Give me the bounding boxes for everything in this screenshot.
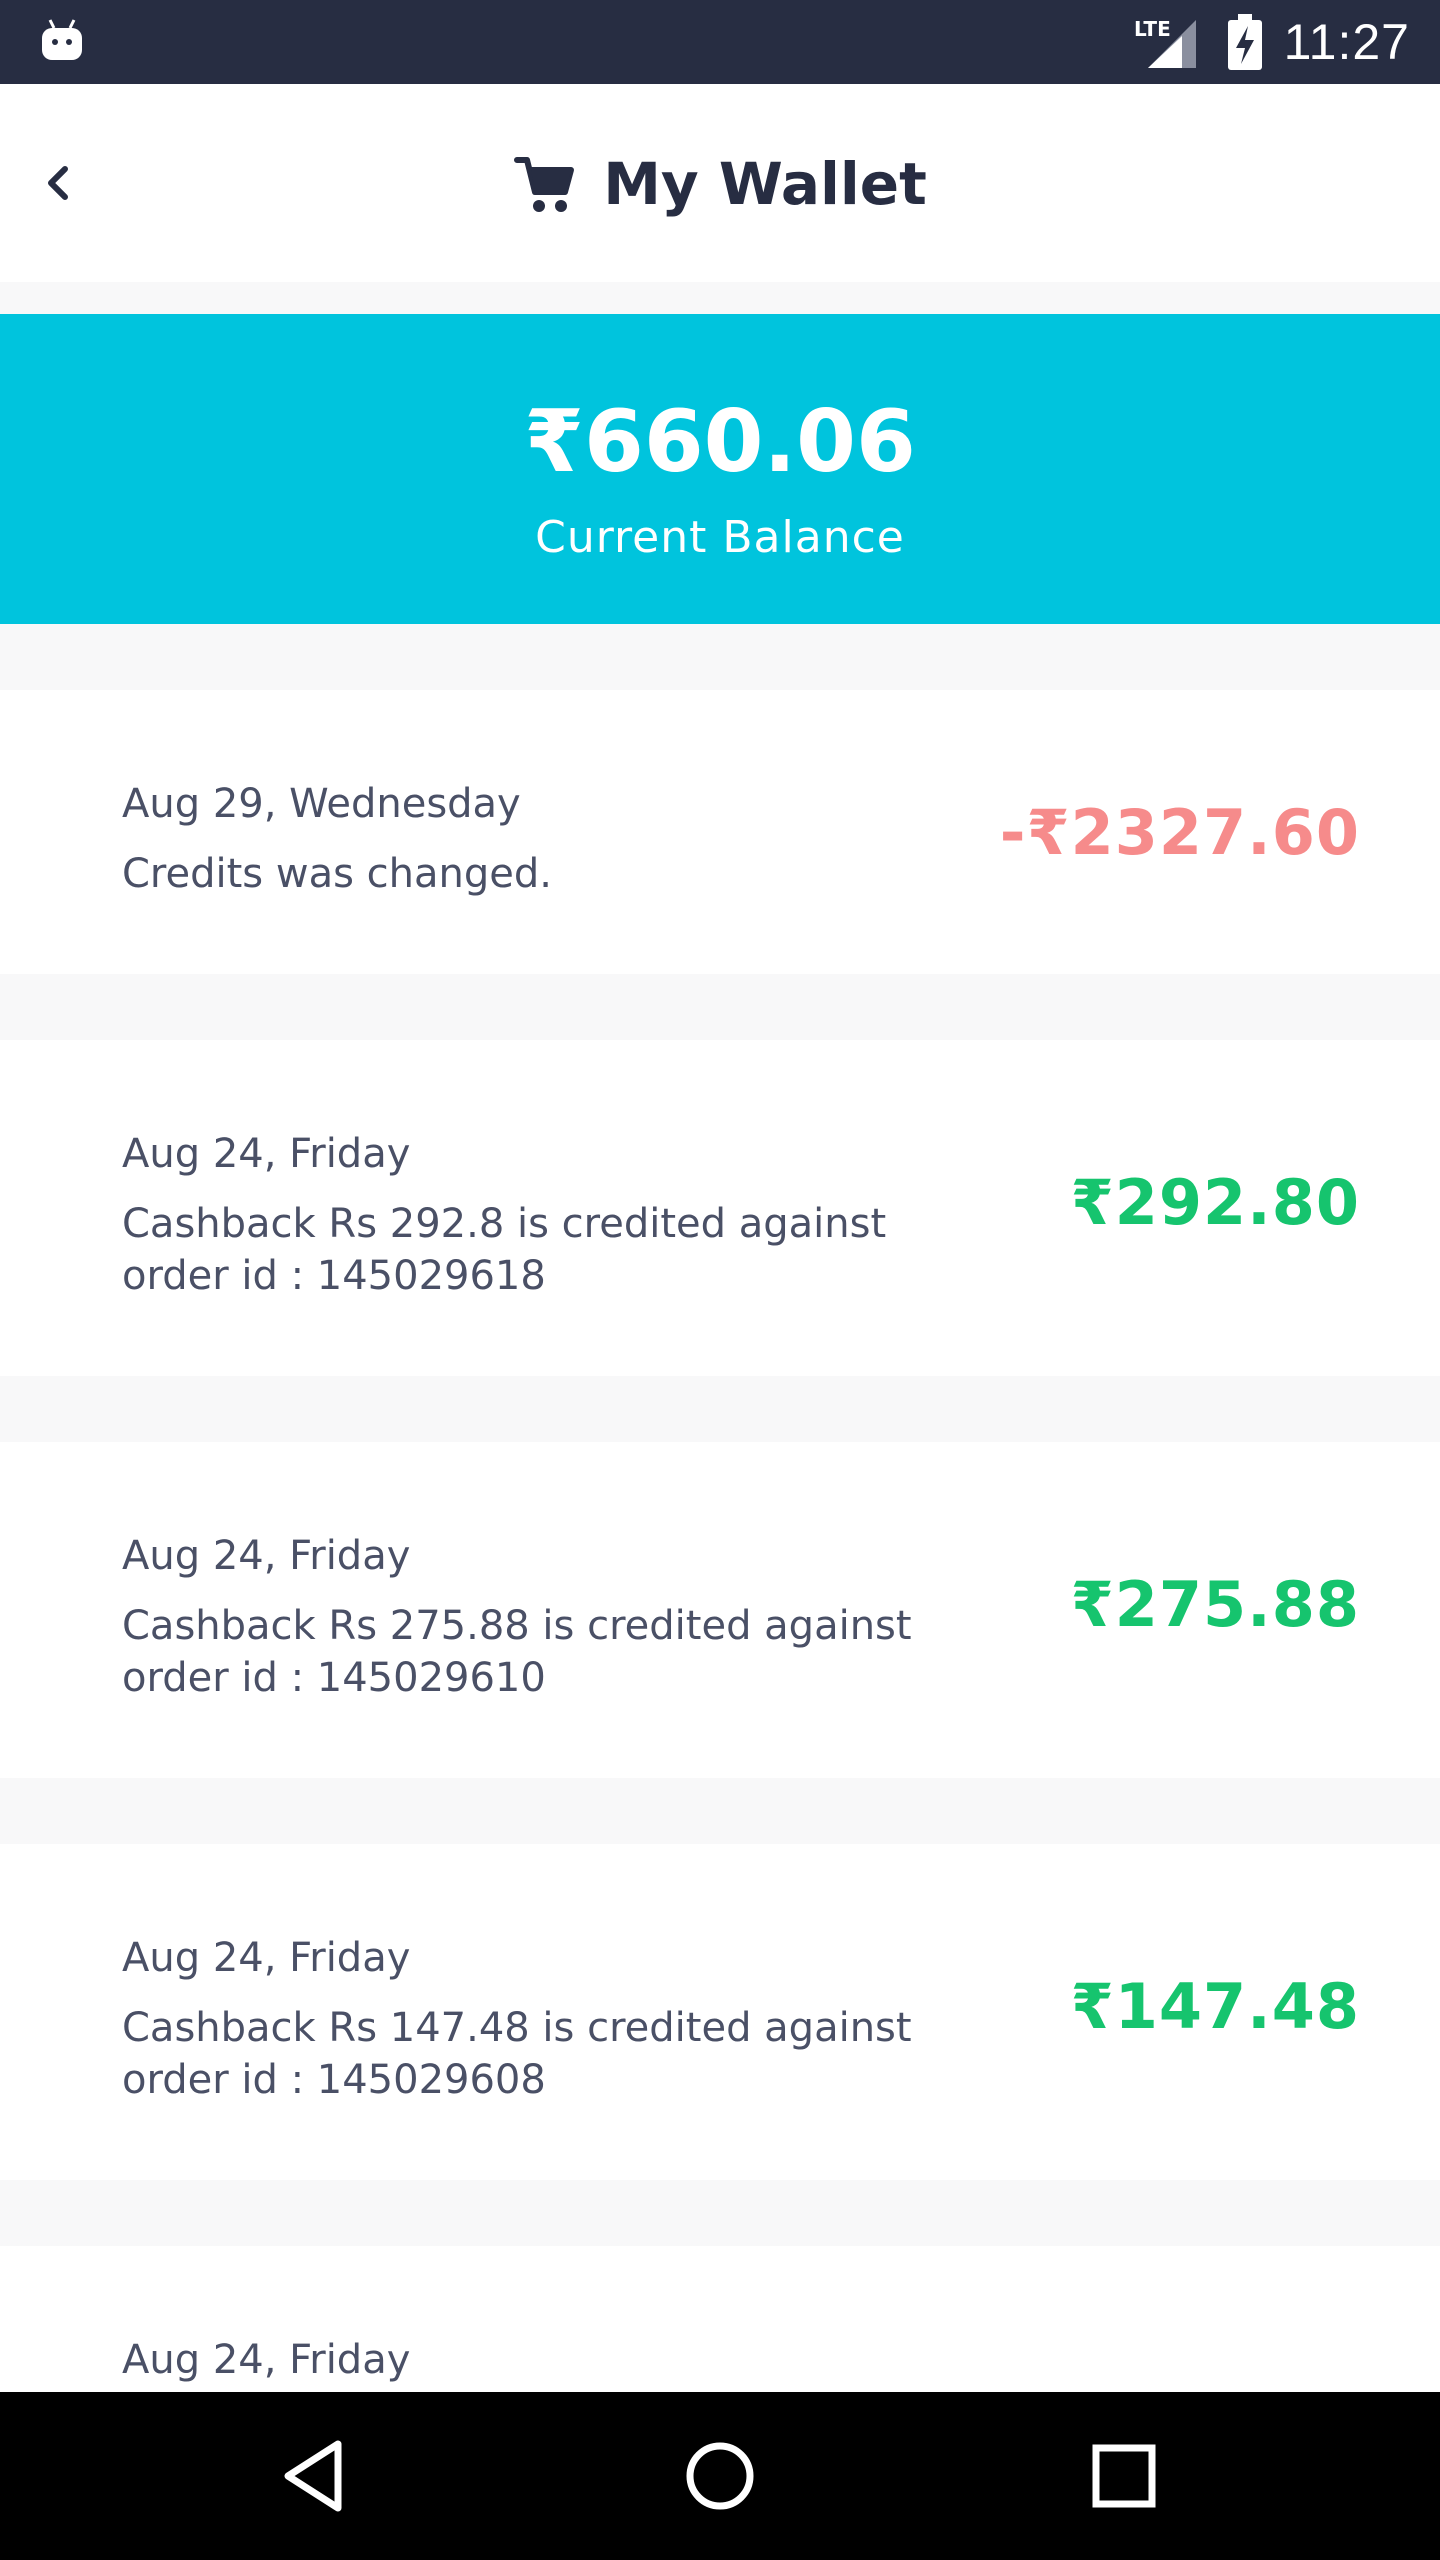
transaction-description: Cashback Rs 275.88 is credited against o…	[122, 1603, 912, 1701]
transaction-item[interactable]: Aug 24, Friday	[0, 2246, 1440, 2392]
transaction-date: Aug 24, Friday	[122, 1131, 411, 1177]
transaction-date: Aug 24, Friday	[122, 1935, 411, 1981]
android-icon	[42, 19, 82, 60]
transaction-description: Credits was changed.	[122, 851, 552, 897]
shopping-cart-icon	[514, 157, 575, 212]
transaction-amount: ₹147.48	[1070, 1970, 1360, 2043]
transaction-description: Cashback Rs 147.48 is credited against o…	[122, 2005, 912, 2103]
balance-card: ₹660.06 Current Balance	[0, 314, 1440, 624]
lte-signal-icon: LTE	[1134, 17, 1196, 68]
transaction-item[interactable]: Aug 24, Friday Cashback Rs 292.8 is cred…	[0, 1040, 1440, 1376]
title-group: My Wallet	[0, 144, 1440, 224]
balance-label: Current Balance	[535, 512, 905, 563]
balance-amount: ₹660.06	[524, 392, 916, 492]
system-nav-bar	[0, 2392, 1440, 2560]
status-bar: LTE 11:27	[0, 0, 1440, 84]
app-bar: My Wallet	[0, 84, 1440, 282]
status-time: 11:27	[1283, 14, 1410, 70]
transaction-item[interactable]: Aug 29, Wednesday Credits was changed. -…	[0, 690, 1440, 974]
transaction-item[interactable]: Aug 24, Friday Cashback Rs 275.88 is cre…	[0, 1442, 1440, 1778]
transaction-description: Cashback Rs 292.8 is credited against or…	[122, 1201, 887, 1299]
transaction-amount: ₹275.88	[1070, 1568, 1360, 1641]
svg-text:LTE: LTE	[1134, 17, 1171, 41]
battery-charging-icon	[1228, 14, 1262, 70]
transaction-amount: ₹292.80	[1070, 1166, 1360, 1239]
transaction-date: Aug 29, Wednesday	[122, 781, 521, 827]
transaction-item[interactable]: Aug 24, Friday Cashback Rs 147.48 is cre…	[0, 1844, 1440, 2180]
back-triangle-icon[interactable]	[266, 2426, 366, 2526]
transaction-date: Aug 24, Friday	[122, 1533, 411, 1579]
page-title: My Wallet	[603, 150, 927, 218]
recents-square-icon[interactable]	[1074, 2426, 1174, 2526]
transaction-amount: -₹2327.60	[999, 796, 1360, 869]
home-circle-icon[interactable]	[670, 2426, 770, 2526]
transaction-date: Aug 24, Friday	[122, 2337, 411, 2383]
